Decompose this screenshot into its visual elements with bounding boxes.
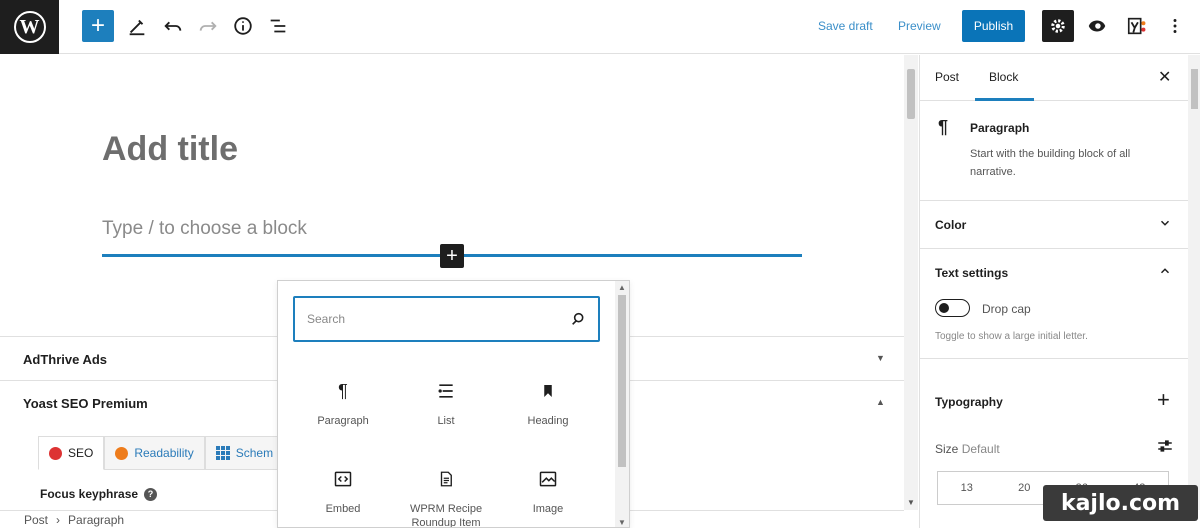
block-heading[interactable]: Heading (498, 376, 598, 428)
top-toolbar: W + Save draft Preview Publish (0, 0, 1200, 54)
sidebar-tabs: Post Block ✕ (920, 55, 1188, 101)
text-settings-title: Text settings (935, 266, 1009, 280)
block-search-input[interactable]: Search (293, 296, 600, 342)
list-view-icon[interactable] (263, 10, 293, 42)
chevron-up-icon[interactable]: ▲ (876, 397, 885, 407)
block-placeholder[interactable]: Type / to choose a block (102, 218, 307, 240)
sliders-icon[interactable] (1156, 437, 1174, 460)
block-wprm-label: WPRM Recipe Roundup Item (409, 503, 483, 528)
sidebar-scrollbar-thumb[interactable] (1191, 69, 1198, 109)
block-paragraph-label: Paragraph (317, 415, 369, 427)
block-card: ¶ Paragraph Start with the building bloc… (920, 101, 1188, 201)
tab-schema[interactable]: Schem (204, 436, 285, 470)
image-icon (498, 464, 598, 494)
scroll-up-arrow-icon[interactable]: ▲ (618, 283, 626, 292)
pencil-icon[interactable] (122, 10, 152, 42)
gear-icon (1051, 19, 1065, 33)
tab-seo[interactable]: SEO (38, 436, 105, 470)
block-image[interactable]: Image (498, 464, 598, 516)
redo-icon[interactable] (193, 10, 223, 42)
color-panel[interactable]: Color (920, 201, 1188, 249)
help-icon[interactable]: ? (144, 487, 158, 501)
save-draft-button[interactable]: Save draft (818, 10, 873, 42)
embed-icon (293, 464, 393, 494)
yoast-tabs: SEO Readability Schem (38, 436, 285, 470)
undo-icon[interactable] (158, 10, 188, 42)
block-image-label: Image (532, 503, 564, 515)
typography-title: Typography (935, 395, 1003, 409)
breadcrumb-post[interactable]: Post (24, 513, 48, 527)
search-icon (572, 312, 584, 325)
tab-block[interactable]: Block (974, 70, 1035, 101)
block-embed[interactable]: Embed (293, 464, 393, 516)
block-card-description: Start with the building block of all nar… (970, 148, 1131, 178)
bookmark-icon (498, 376, 598, 406)
more-options-icon[interactable] (1160, 10, 1190, 42)
tab-schema-label: Schem (235, 446, 274, 460)
readability-status-icon (115, 446, 129, 460)
yoast-icon[interactable] (1122, 10, 1152, 42)
editor-scrollbar-thumb[interactable] (907, 69, 915, 119)
yoast-label: Yoast SEO Premium (23, 396, 148, 411)
preview-button[interactable]: Preview (898, 10, 941, 42)
block-search-placeholder: Search (307, 312, 346, 326)
chevron-down-icon[interactable] (1158, 216, 1172, 233)
font-size-option[interactable]: 13 (961, 482, 973, 494)
add-block-button[interactable]: + (82, 10, 114, 42)
tab-seo-label: SEO (68, 446, 94, 460)
drop-cap-help: Toggle to show a large initial letter. (935, 331, 1088, 342)
block-embed-label: Embed (325, 503, 361, 515)
list-icon (396, 376, 496, 406)
editor-scrollbar[interactable]: ▼ (904, 55, 918, 510)
info-icon[interactable] (228, 10, 258, 42)
inserter-scrollbar-thumb[interactable] (618, 295, 626, 467)
size-value: Default (961, 442, 1000, 456)
document-icon (396, 464, 496, 494)
tab-post[interactable]: Post (935, 70, 959, 84)
block-card-title: Paragraph (970, 121, 1030, 135)
typography-add-icon[interactable]: + (1157, 387, 1170, 413)
color-panel-title: Color (935, 218, 967, 232)
drop-cap-toggle[interactable] (935, 299, 970, 317)
block-inserter-popover: Search ¶ Paragraph List Heading Embed WP… (277, 280, 630, 528)
post-title-input[interactable]: Add title (102, 130, 238, 169)
wordpress-logo-icon: W (13, 11, 46, 43)
paragraph-icon: ¶ (338, 380, 348, 401)
close-icon[interactable]: ✕ (1158, 67, 1171, 87)
settings-sidebar: Post Block ✕ ¶ Paragraph Start with the … (919, 55, 1200, 528)
block-list-label: List (437, 415, 455, 427)
focus-keyphrase-text: Focus keyphrase (40, 487, 139, 501)
tab-readability-label: Readability (134, 446, 194, 460)
paragraph-icon: ¶ (938, 117, 949, 137)
performance-icon[interactable] (1082, 10, 1112, 42)
wordpress-logo-button[interactable]: W (0, 0, 59, 54)
block-wprm-recipe-roundup[interactable]: WPRM Recipe Roundup Item (396, 464, 496, 528)
scroll-down-arrow-icon[interactable]: ▼ (618, 518, 626, 527)
drop-cap-label: Drop cap (982, 302, 1031, 316)
tab-readability[interactable]: Readability (104, 436, 205, 470)
breadcrumb-paragraph[interactable]: Paragraph (68, 513, 124, 527)
adthrive-label: AdThrive Ads (23, 352, 108, 367)
settings-button[interactable] (1042, 10, 1074, 42)
schema-grid-icon (215, 446, 230, 460)
block-list[interactable]: List (396, 376, 496, 428)
publish-button[interactable]: Publish (962, 10, 1025, 42)
breadcrumb-separator-icon: › (56, 512, 61, 527)
font-size-option[interactable]: 20 (1018, 482, 1030, 494)
chevron-down-icon[interactable]: ▼ (876, 353, 885, 363)
sidebar-scrollbar[interactable] (1188, 55, 1200, 510)
seo-status-icon (49, 446, 62, 460)
watermark: kajlo.com (1043, 485, 1198, 521)
scroll-down-arrow-icon[interactable]: ▼ (907, 498, 915, 507)
chevron-up-icon[interactable] (1158, 264, 1172, 281)
size-label-text: Size (935, 442, 959, 456)
block-paragraph[interactable]: ¶ Paragraph (293, 376, 393, 428)
inline-inserter-button[interactable]: + (440, 244, 464, 268)
size-label: Size Default (935, 442, 1000, 456)
focus-keyphrase-label: Focus keyphrase ? (40, 487, 158, 501)
inserter-scrollbar[interactable]: ▲ ▼ (615, 281, 629, 527)
block-heading-label: Heading (527, 415, 569, 427)
